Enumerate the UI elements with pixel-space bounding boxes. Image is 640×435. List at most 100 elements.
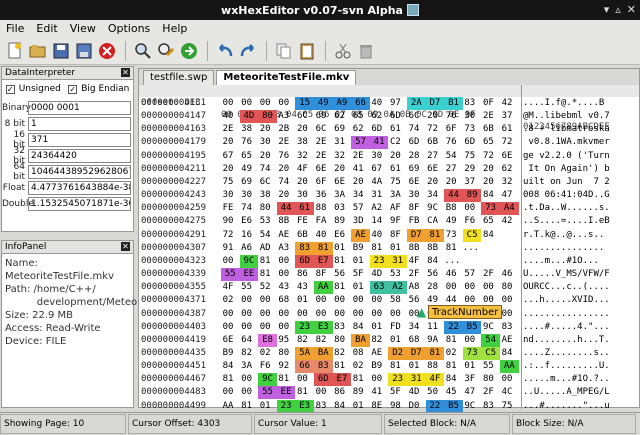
hex-byte[interactable]: 00 xyxy=(221,97,235,110)
hex-byte[interactable]: 74 xyxy=(240,202,254,215)
hex-byte[interactable]: 95 xyxy=(277,334,291,347)
hex-byte[interactable]: 01 xyxy=(295,294,309,307)
hex-byte[interactable]: D7 xyxy=(425,97,445,110)
hex-byte[interactable]: 2E xyxy=(277,136,291,149)
hex-byte[interactable]: AE xyxy=(370,347,384,360)
hex-byte[interactable]: 00 xyxy=(240,97,254,110)
hex-byte[interactable]: 81 xyxy=(221,373,235,386)
hex-byte[interactable]: A6 xyxy=(240,242,254,255)
hex-byte[interactable]: 41 xyxy=(369,136,389,150)
hex-byte[interactable]: 69 xyxy=(407,163,421,176)
hex-byte[interactable]: 84 xyxy=(221,360,235,373)
hex-byte[interactable]: 23 xyxy=(369,254,389,268)
hex-byte[interactable]: 89 xyxy=(462,189,482,203)
hex-byte[interactable]: 66 xyxy=(295,360,314,374)
hex-byte[interactable]: 30 xyxy=(258,136,272,149)
hex-byte[interactable]: 80 xyxy=(500,281,514,294)
hex-byte[interactable]: 8B xyxy=(426,242,440,255)
hex-byte[interactable]: 81 xyxy=(370,242,384,255)
hex-byte[interactable]: 34 xyxy=(407,321,421,334)
hex-byte[interactable]: 2F xyxy=(481,268,495,281)
save-as-icon[interactable] xyxy=(73,40,95,62)
hex-byte[interactable]: 53 xyxy=(258,215,272,228)
hex-byte[interactable]: FA xyxy=(314,215,328,228)
hex-byte[interactable]: 86 xyxy=(333,386,347,399)
hex-byte[interactable]: 30 xyxy=(370,150,384,163)
hex-byte[interactable]: 00 xyxy=(500,373,514,386)
hex-byte[interactable]: 67 xyxy=(221,150,235,163)
hex-byte[interactable]: FE xyxy=(221,202,235,215)
hex-byte[interactable]: 83 xyxy=(500,321,514,334)
maximize-icon[interactable]: ▵ xyxy=(615,3,621,16)
hex-byte[interactable]: 22 xyxy=(444,320,463,334)
hex-byte[interactable]: 00 xyxy=(333,308,347,321)
close-panel-icon[interactable]: ✕ xyxy=(121,68,130,77)
hex-byte[interactable]: CA xyxy=(426,215,440,228)
hex-byte[interactable]: E3 xyxy=(314,320,333,334)
hex-byte[interactable]: 3D xyxy=(351,215,365,228)
hex-byte[interactable]: 28 xyxy=(426,281,440,294)
hex-byte[interactable]: A9 xyxy=(332,97,352,110)
hex-byte[interactable]: 91 xyxy=(221,242,235,255)
hex-byte[interactable]: 11 xyxy=(426,321,440,334)
hex-byte[interactable]: 69 xyxy=(240,176,254,189)
interpreter-value-field[interactable]: 1 xyxy=(28,117,131,131)
hex-byte[interactable]: 28 xyxy=(407,150,421,163)
hex-byte[interactable]: 65 xyxy=(481,136,495,149)
hex-byte[interactable]: 84 xyxy=(481,229,495,242)
hex-byte[interactable]: FD xyxy=(388,321,402,334)
text-column[interactable]: ............... xyxy=(523,242,639,255)
hex-byte[interactable]: 5F xyxy=(351,268,365,281)
hex-byte[interactable]: 81 xyxy=(388,360,402,373)
hex-byte[interactable]: C5 xyxy=(481,346,500,360)
hex-byte[interactable]: 9C xyxy=(481,321,495,334)
hex-byte[interactable]: 38 xyxy=(295,136,309,149)
hex-byte[interactable]: 01 xyxy=(388,242,402,255)
hex-byte[interactable]: B1 xyxy=(444,97,463,110)
hex-byte[interactable]: 40 xyxy=(370,229,384,242)
hex-byte[interactable]: 3A xyxy=(333,189,347,202)
hex-byte[interactable]: 58 xyxy=(388,294,402,307)
hex-byte[interactable]: 01 xyxy=(370,321,384,334)
hex-byte[interactable]: EE xyxy=(276,386,296,400)
hex-byte[interactable]: 92 xyxy=(277,360,291,373)
hex-byte[interactable]: 38 xyxy=(258,189,272,202)
hex-byte[interactable]: 69 xyxy=(333,123,347,136)
hex-byte[interactable]: 30 xyxy=(407,189,421,202)
hex-byte[interactable]: 44 xyxy=(444,189,463,203)
interpreter-value-field[interactable]: 4.4773761643884e-38 xyxy=(28,181,131,195)
hex-byte[interactable]: 00 xyxy=(351,294,365,307)
hex-byte[interactable]: 74 xyxy=(407,123,421,136)
hex-byte[interactable]: 65 xyxy=(240,150,254,163)
menu-help[interactable]: Help xyxy=(156,22,193,35)
hex-byte[interactable]: 80 xyxy=(258,202,272,215)
hex-byte[interactable]: 32 xyxy=(295,150,309,163)
hex-byte[interactable]: 8E xyxy=(370,400,384,413)
text-column[interactable]: nd........h...T. xyxy=(523,334,639,347)
hex-byte[interactable]: 81 xyxy=(333,255,347,268)
hex-byte[interactable]: 55 xyxy=(240,281,254,294)
hex-byte[interactable]: 00 xyxy=(277,321,291,334)
hex-byte[interactable]: 83 xyxy=(314,360,333,374)
hex-byte[interactable]: 40 xyxy=(221,110,235,123)
hex-byte[interactable]: 00 xyxy=(258,308,272,321)
hex-byte[interactable]: 6D xyxy=(463,136,477,149)
hex-byte[interactable]: 41 xyxy=(351,163,365,176)
hex-byte[interactable]: 22 xyxy=(425,399,445,413)
hex-byte[interactable]: 75 xyxy=(388,176,402,189)
hex-byte[interactable]: 55 xyxy=(481,360,495,373)
hex-byte[interactable]: 67 xyxy=(370,163,384,176)
hex-byte[interactable]: 30 xyxy=(221,189,235,202)
hex-grid[interactable]: 000000004131 00 00 00 00 15 49 A9 66 40 97 2A D7 B1 83… xyxy=(139,97,639,413)
hex-byte[interactable]: BA xyxy=(314,346,333,360)
hex-byte[interactable]: 82 xyxy=(333,347,347,360)
hex-byte[interactable]: 20 xyxy=(481,176,495,189)
text-column[interactable]: ................ xyxy=(523,308,639,321)
hex-byte[interactable]: 6E xyxy=(314,163,328,176)
hex-byte[interactable]: 02 xyxy=(351,360,365,373)
hex-byte[interactable]: 46 xyxy=(500,268,514,281)
hex-byte[interactable]: 54 xyxy=(444,150,458,163)
hex-byte[interactable]: AE xyxy=(500,334,514,347)
hex-byte[interactable]: 46 xyxy=(444,268,458,281)
hex-byte[interactable]: 8F xyxy=(388,229,402,242)
